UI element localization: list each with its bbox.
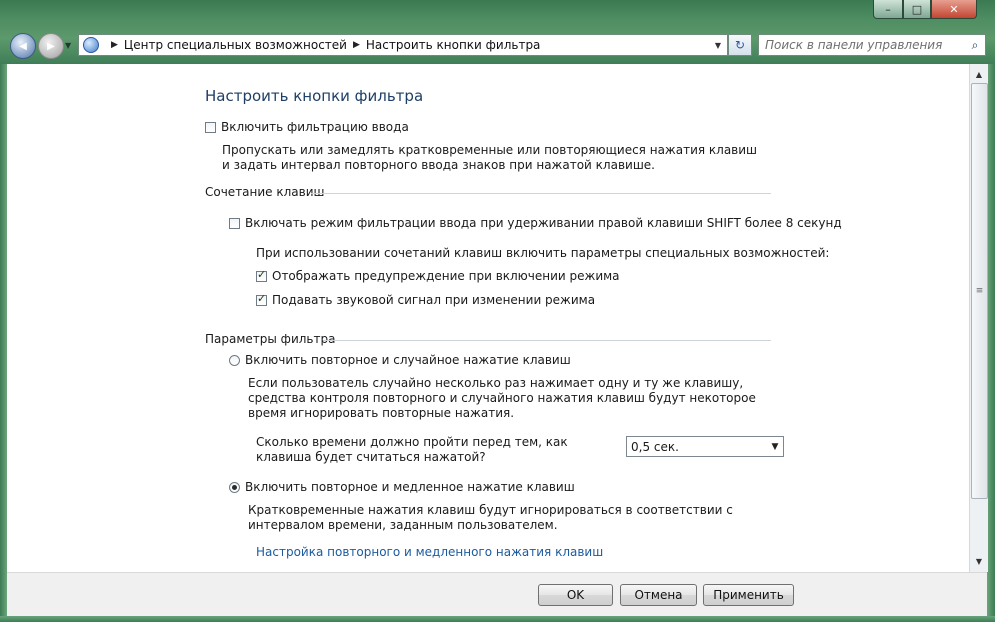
wait-time-label: Сколько времени должно пройти перед тем,…	[256, 435, 568, 464]
window-frame-bottom	[0, 616, 995, 622]
back-arrow-icon: ◀	[19, 40, 27, 52]
group-divider	[323, 340, 771, 341]
window-frame-right	[987, 64, 995, 622]
filter-group-title: Параметры фильтра	[205, 332, 336, 346]
breadcrumb-separator-icon[interactable]: ▶	[111, 40, 118, 50]
warning-checkbox[interactable]	[256, 268, 267, 282]
window-frame-left	[0, 64, 7, 622]
refresh-icon: ↻	[734, 38, 746, 52]
vertical-scrollbar[interactable]: ▲ ≡ ▼	[969, 64, 988, 572]
search-box[interactable]: ⌕	[758, 34, 986, 56]
page-title: Настроить кнопки фильтра	[205, 87, 424, 105]
control-panel-icon	[83, 37, 99, 53]
back-button[interactable]: ◀	[10, 33, 36, 59]
maximize-button[interactable]: □	[903, 0, 931, 19]
sound-checkbox[interactable]	[256, 292, 267, 306]
breadcrumb-filter-keys[interactable]: Настроить кнопки фильтра	[366, 38, 541, 52]
cancel-button[interactable]: Отмена	[620, 584, 697, 606]
scroll-down-icon[interactable]: ▼	[970, 553, 988, 570]
search-input[interactable]	[759, 37, 965, 53]
repeat-slow-description: Кратковременные нажатия клавиш будут игн…	[248, 503, 733, 532]
address-bar[interactable]: ▶ Центр специальных возможностей ▶ Настр…	[78, 34, 728, 56]
enable-filter-label: Включить фильтрацию ввода	[221, 120, 409, 134]
dialog-button-bar: OK Отмена Применить	[7, 572, 987, 617]
dropdown-arrow-icon[interactable]: ▼	[767, 442, 783, 452]
forward-arrow-icon: ▶	[47, 40, 55, 52]
repeat-random-description: Если пользователь случайно несколько раз…	[248, 376, 756, 420]
shortcut-hint: При использовании сочетаний клавиш включ…	[256, 246, 830, 260]
window-titlebar: – □ ✕ ◀ ▶ ▼ ▶ Центр специальных возможно…	[0, 0, 995, 64]
recent-pages-dropdown-icon[interactable]: ▼	[65, 41, 71, 50]
shift-shortcut-option[interactable]: Включать режим фильтрации ввода при удер…	[229, 216, 842, 230]
scroll-thumb[interactable]: ≡	[971, 83, 988, 499]
enable-filter-description: Пропускать или замедлять кратковременные…	[222, 143, 758, 172]
minimize-button[interactable]: –	[873, 0, 903, 19]
shortcut-group-title: Сочетание клавиш	[205, 185, 325, 199]
repeat-random-label: Включить повторное и случайное нажатие к…	[245, 353, 571, 367]
repeat-random-radio[interactable]	[229, 355, 240, 366]
enable-filter-checkbox[interactable]	[205, 122, 216, 133]
repeat-slow-radio[interactable]	[229, 482, 240, 493]
search-icon[interactable]: ⌕	[965, 38, 985, 53]
repeat-slow-settings-link[interactable]: Настройка повторного и медленного нажати…	[256, 545, 603, 559]
close-button[interactable]: ✕	[931, 0, 977, 19]
warning-option[interactable]: Отображать предупреждение при включении …	[256, 268, 620, 283]
wait-time-value: 0,5 сек.	[631, 439, 679, 454]
group-divider	[311, 193, 771, 194]
breadcrumb-separator-icon[interactable]: ▶	[353, 40, 360, 50]
grip-icon: ≡	[975, 286, 984, 296]
enable-filter-option[interactable]: Включить фильтрацию ввода	[205, 120, 409, 134]
ok-button[interactable]: OK	[538, 584, 613, 606]
shift-shortcut-label: Включать режим фильтрации ввода при удер…	[245, 216, 842, 230]
forward-button[interactable]: ▶	[38, 33, 64, 59]
wait-time-select[interactable]: 0,5 сек. ▼	[626, 436, 784, 457]
scroll-up-icon[interactable]: ▲	[970, 66, 988, 83]
address-dropdown-icon[interactable]: ▼	[715, 41, 721, 50]
refresh-button[interactable]: ↻	[728, 34, 752, 56]
apply-button[interactable]: Применить	[703, 584, 794, 606]
repeat-random-option[interactable]: Включить повторное и случайное нажатие к…	[229, 353, 571, 367]
sound-option[interactable]: Подавать звуковой сигнал при изменении р…	[256, 292, 596, 307]
breadcrumb-ease-of-access[interactable]: Центр специальных возможностей	[124, 38, 347, 52]
shift-shortcut-checkbox[interactable]	[229, 218, 240, 229]
sound-label: Подавать звуковой сигнал при изменении р…	[272, 293, 596, 307]
repeat-slow-option[interactable]: Включить повторное и медленное нажатие к…	[229, 480, 575, 494]
repeat-slow-label: Включить повторное и медленное нажатие к…	[245, 480, 575, 494]
main-content: Настроить кнопки фильтра Включить фильтр…	[7, 64, 969, 572]
window-controls: – □ ✕	[873, 0, 977, 19]
warning-label: Отображать предупреждение при включении …	[272, 269, 620, 283]
